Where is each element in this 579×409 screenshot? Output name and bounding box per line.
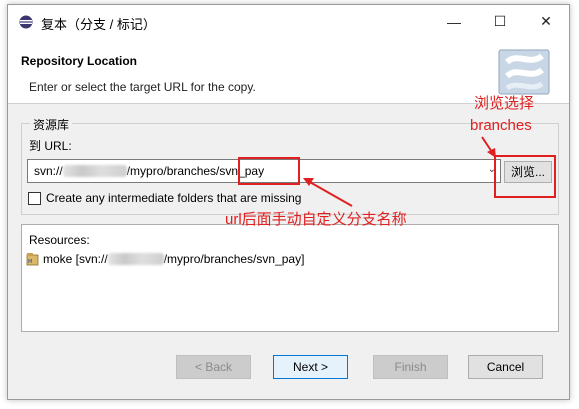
url-annotation: url后面手动自定义分支名称 <box>225 211 407 228</box>
repository-group-label: 资源库 <box>30 116 73 133</box>
resource-suffix: /mypro/branches/svn_pay] <box>163 252 305 266</box>
url-prefix-text: svn:// <box>34 164 63 178</box>
resource-prefix: moke [svn:// <box>43 252 108 266</box>
browse-annotation-line1: 浏览选择 <box>474 95 535 112</box>
svn-wizard-banner-icon <box>498 49 550 95</box>
url-path-text: /mypro/branches/ <box>126 164 220 178</box>
back-button[interactable]: < Back <box>176 355 251 379</box>
resource-path: moke [svn:// /mypro/branches/svn_pay] <box>43 252 304 266</box>
redacted-host <box>62 165 127 177</box>
cancel-button[interactable]: Cancel <box>468 355 543 379</box>
eclipse-app-icon <box>19 15 33 29</box>
browse-annotation-line2: branches <box>470 117 532 134</box>
minimize-button[interactable]: — <box>431 5 477 38</box>
create-folders-option[interactable]: Create any intermediate folders that are… <box>28 191 301 205</box>
create-folders-label: Create any intermediate folders that are… <box>46 191 302 205</box>
copy-dialog-window: 复本（分支 / 标记） — ☐ ✕ Repository Location En… <box>7 4 570 400</box>
finish-button[interactable]: Finish <box>373 355 448 379</box>
close-button[interactable]: ✕ <box>523 5 569 38</box>
svn-project-icon: M <box>26 253 39 266</box>
title-bar[interactable]: 复本（分支 / 标记） — ☐ ✕ <box>8 5 569 38</box>
next-button[interactable]: Next > <box>273 355 348 379</box>
page-title: Repository Location <box>21 54 138 68</box>
resources-label: Resources: <box>29 233 90 247</box>
minimize-icon: — <box>447 13 461 30</box>
browse-highlight <box>494 155 556 198</box>
list-item[interactable]: M moke [svn:// /mypro/branches/svn_pay] <box>26 252 304 266</box>
create-folders-checkbox[interactable] <box>28 191 41 205</box>
url-branch-highlight <box>238 157 300 185</box>
url-label: 到 URL: <box>29 139 72 153</box>
close-icon: ✕ <box>540 13 552 29</box>
resources-panel: Resources: M moke [svn:// /mypro/branches… <box>21 224 559 332</box>
maximize-icon: ☐ <box>493 13 507 29</box>
svg-text:M: M <box>28 259 32 265</box>
maximize-button[interactable]: ☐ <box>477 5 523 38</box>
redacted-host <box>107 253 164 265</box>
window-title: 复本（分支 / 标记） <box>41 17 156 32</box>
page-description: Enter or select the target URL for the c… <box>29 80 256 94</box>
url-value: svn:///mypro/branches/svn_pay <box>34 164 264 178</box>
